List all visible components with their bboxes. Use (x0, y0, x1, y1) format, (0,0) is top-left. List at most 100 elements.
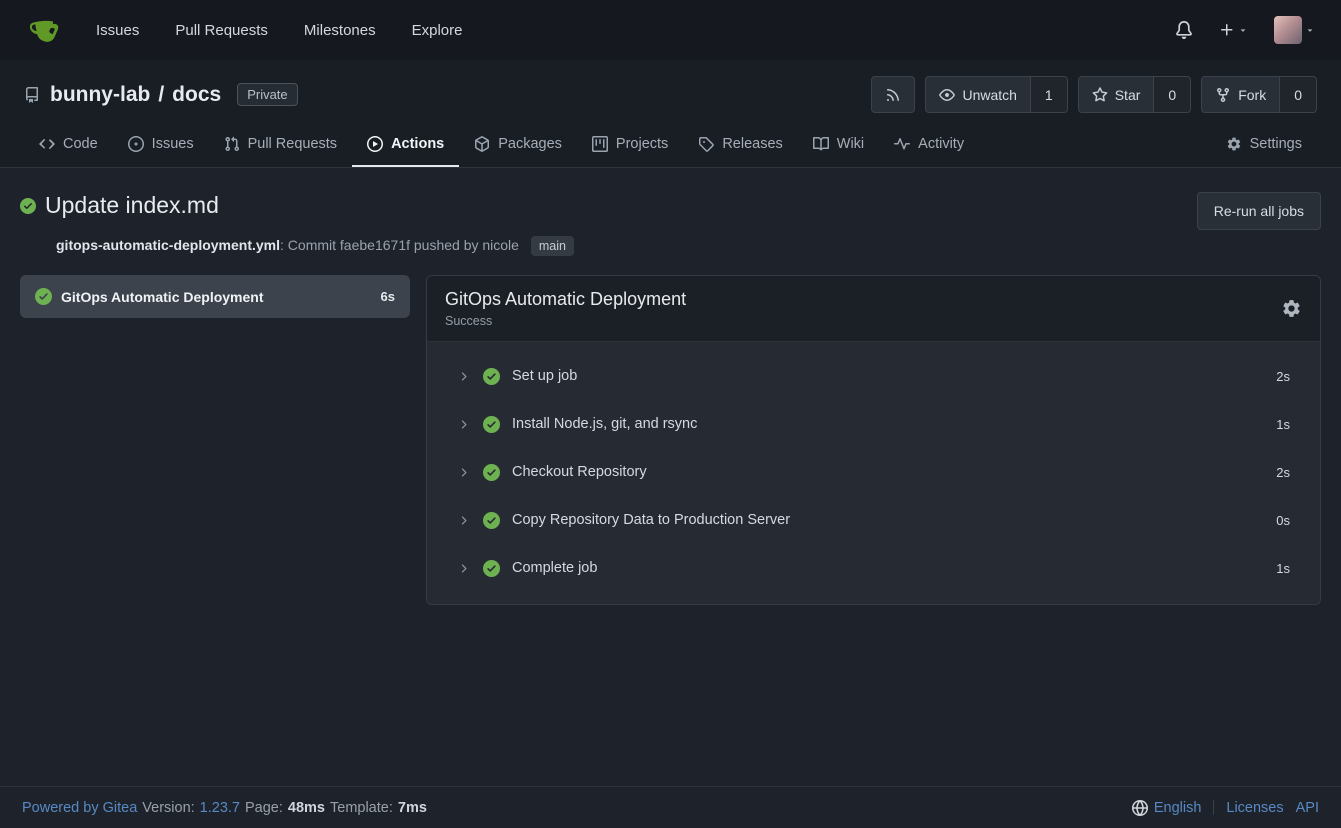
step-name: Copy Repository Data to Production Serve… (512, 512, 790, 528)
avatar (1274, 16, 1302, 44)
fork-label: Fork (1238, 87, 1266, 103)
user-menu[interactable] (1274, 16, 1315, 44)
chevron-right-icon (457, 514, 470, 527)
step-duration: 2s (1276, 465, 1290, 480)
success-check-icon (483, 464, 500, 481)
version-link[interactable]: 1.23.7 (200, 800, 240, 816)
tab-settings[interactable]: Settings (1211, 125, 1317, 167)
template-time-value: 7ms (398, 800, 427, 816)
plus-icon (1219, 22, 1235, 38)
eye-icon (939, 87, 955, 103)
chevron-down-icon (1238, 25, 1248, 35)
chevron-right-icon (457, 370, 470, 383)
tab-releases-label: Releases (722, 136, 782, 152)
success-check-icon (35, 288, 52, 305)
job-duration: 6s (381, 289, 395, 304)
success-check-icon (483, 512, 500, 529)
gear-icon (1281, 298, 1302, 319)
powered-by-link[interactable]: Powered by Gitea (22, 800, 137, 816)
tab-issues-label: Issues (152, 136, 194, 152)
code-icon (39, 136, 55, 152)
job-detail-card: GitOps Automatic Deployment Success Set … (426, 275, 1321, 605)
fork-button[interactable]: Fork (1201, 76, 1280, 113)
job-list-sidebar: GitOps Automatic Deployment 6s (20, 275, 410, 318)
nav-item-issues[interactable]: Issues (96, 22, 139, 39)
tab-wiki[interactable]: Wiki (798, 125, 879, 167)
step-row-setup[interactable]: Set up job 2s (427, 352, 1320, 400)
gitea-actions-page: Issues Pull Requests Milestones Explore … (0, 0, 1341, 828)
unwatch-label: Unwatch (962, 87, 1016, 103)
step-row-install[interactable]: Install Node.js, git, and rsync 1s (427, 400, 1320, 448)
run-title-line: Update index.md (20, 192, 219, 219)
tab-pull-requests[interactable]: Pull Requests (209, 125, 352, 167)
language-label: English (1154, 800, 1202, 816)
nav-item-pull-requests[interactable]: Pull Requests (175, 22, 268, 39)
chevron-right-icon (457, 466, 470, 479)
success-check-icon (483, 560, 500, 577)
commit-info-text: : Commit faebe1671f pushed by nicole (280, 237, 519, 253)
chevron-right-icon (457, 562, 470, 575)
fork-button-group: Fork 0 (1201, 76, 1317, 113)
branch-badge[interactable]: main (531, 236, 574, 256)
language-selector[interactable]: English (1132, 800, 1202, 816)
forks-count[interactable]: 0 (1280, 76, 1317, 113)
tab-projects[interactable]: Projects (577, 125, 683, 167)
job-status-text: Success (445, 314, 686, 328)
run-commit-line: gitops-automatic-deployment.yml: Commit … (56, 237, 1321, 253)
step-name: Set up job (512, 368, 577, 384)
watchers-count[interactable]: 1 (1031, 76, 1068, 113)
step-name: Complete job (512, 560, 597, 576)
rss-button[interactable] (871, 76, 915, 113)
tab-code[interactable]: Code (24, 125, 113, 167)
tab-releases[interactable]: Releases (683, 125, 797, 167)
workflow-file-name: gitops-automatic-deployment.yml (56, 237, 280, 253)
repo-tabs: Code Issues Pull Requests Actions Packag… (24, 125, 1317, 167)
job-card-heading: GitOps Automatic Deployment Success (445, 289, 686, 328)
gitea-logo[interactable] (26, 13, 60, 47)
footer-right: English Licenses API (1132, 800, 1319, 816)
star-label: Star (1115, 87, 1141, 103)
repo-owner-link[interactable]: bunny-lab (50, 83, 150, 107)
stars-count[interactable]: 0 (1154, 76, 1191, 113)
issue-icon (128, 136, 144, 152)
step-row-copy[interactable]: Copy Repository Data to Production Serve… (427, 496, 1320, 544)
top-navbar: Issues Pull Requests Milestones Explore (0, 0, 1341, 60)
tab-activity[interactable]: Activity (879, 125, 979, 167)
chevron-down-icon (1305, 25, 1315, 35)
api-link[interactable]: API (1296, 800, 1319, 816)
step-row-checkout[interactable]: Checkout Repository 2s (427, 448, 1320, 496)
page-time-label: Page: (245, 800, 283, 816)
unwatch-button[interactable]: Unwatch (925, 76, 1030, 113)
chevron-right-icon (457, 418, 470, 431)
repo-name-link[interactable]: docs (172, 83, 221, 107)
licenses-link[interactable]: Licenses (1226, 800, 1283, 816)
step-duration: 2s (1276, 369, 1290, 384)
job-list-item[interactable]: GitOps Automatic Deployment 6s (20, 275, 410, 318)
template-time-label: Template: (330, 800, 393, 816)
nav-item-explore[interactable]: Explore (412, 22, 463, 39)
repo-name-separator: / (158, 83, 164, 107)
create-new-button[interactable] (1219, 22, 1248, 38)
job-steps-list: Set up job 2s Install Node.js, git, and … (427, 342, 1320, 604)
gitea-cup-icon (26, 13, 60, 47)
tab-issues[interactable]: Issues (113, 125, 209, 167)
job-card-header: GitOps Automatic Deployment Success (427, 276, 1320, 342)
step-row-complete[interactable]: Complete job 1s (427, 544, 1320, 592)
project-board-icon (592, 136, 608, 152)
tab-actions[interactable]: Actions (352, 125, 459, 167)
tab-packages-label: Packages (498, 136, 562, 152)
rerun-all-jobs-button[interactable]: Re-run all jobs (1197, 192, 1321, 230)
tab-projects-label: Projects (616, 136, 668, 152)
star-icon (1092, 87, 1108, 103)
settings-gear-icon (1226, 136, 1242, 152)
success-check-icon (483, 368, 500, 385)
private-badge: Private (237, 83, 297, 106)
rss-icon (885, 87, 901, 103)
actions-run-content: Update index.md Re-run all jobs gitops-a… (0, 168, 1341, 786)
star-button[interactable]: Star (1078, 76, 1155, 113)
job-options-button[interactable] (1281, 298, 1302, 319)
nav-item-milestones[interactable]: Milestones (304, 22, 376, 39)
notifications-button[interactable] (1175, 21, 1193, 39)
star-button-group: Star 0 (1078, 76, 1191, 113)
tab-packages[interactable]: Packages (459, 125, 577, 167)
